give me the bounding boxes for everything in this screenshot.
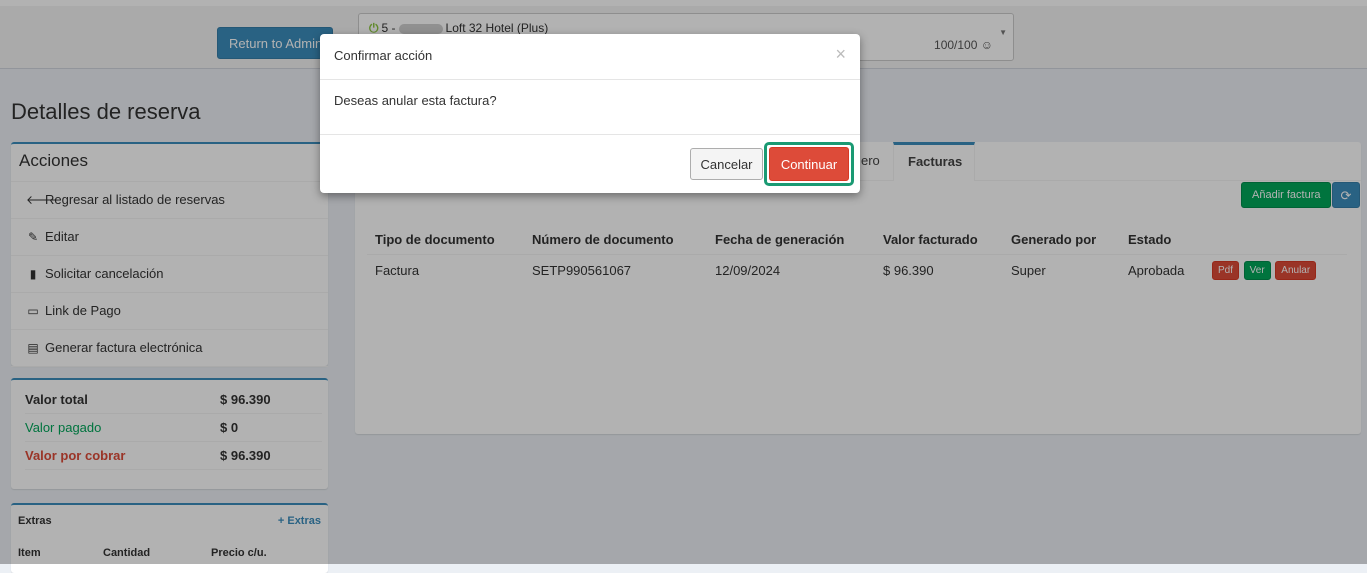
confirm-dialog: Confirmar acción × Deseas anular esta fa…	[320, 34, 860, 193]
modal-title: Confirmar acción	[334, 48, 433, 63]
continue-highlight: Continuar	[764, 142, 854, 186]
modal-message: Deseas anular esta factura?	[334, 93, 497, 108]
continue-button[interactable]: Continuar	[769, 147, 849, 181]
cancel-button[interactable]: Cancelar	[690, 148, 763, 180]
modal-header: Confirmar acción ×	[320, 34, 860, 80]
modal-footer: Cancelar Continuar	[320, 134, 860, 193]
close-icon[interactable]: ×	[835, 45, 846, 63]
